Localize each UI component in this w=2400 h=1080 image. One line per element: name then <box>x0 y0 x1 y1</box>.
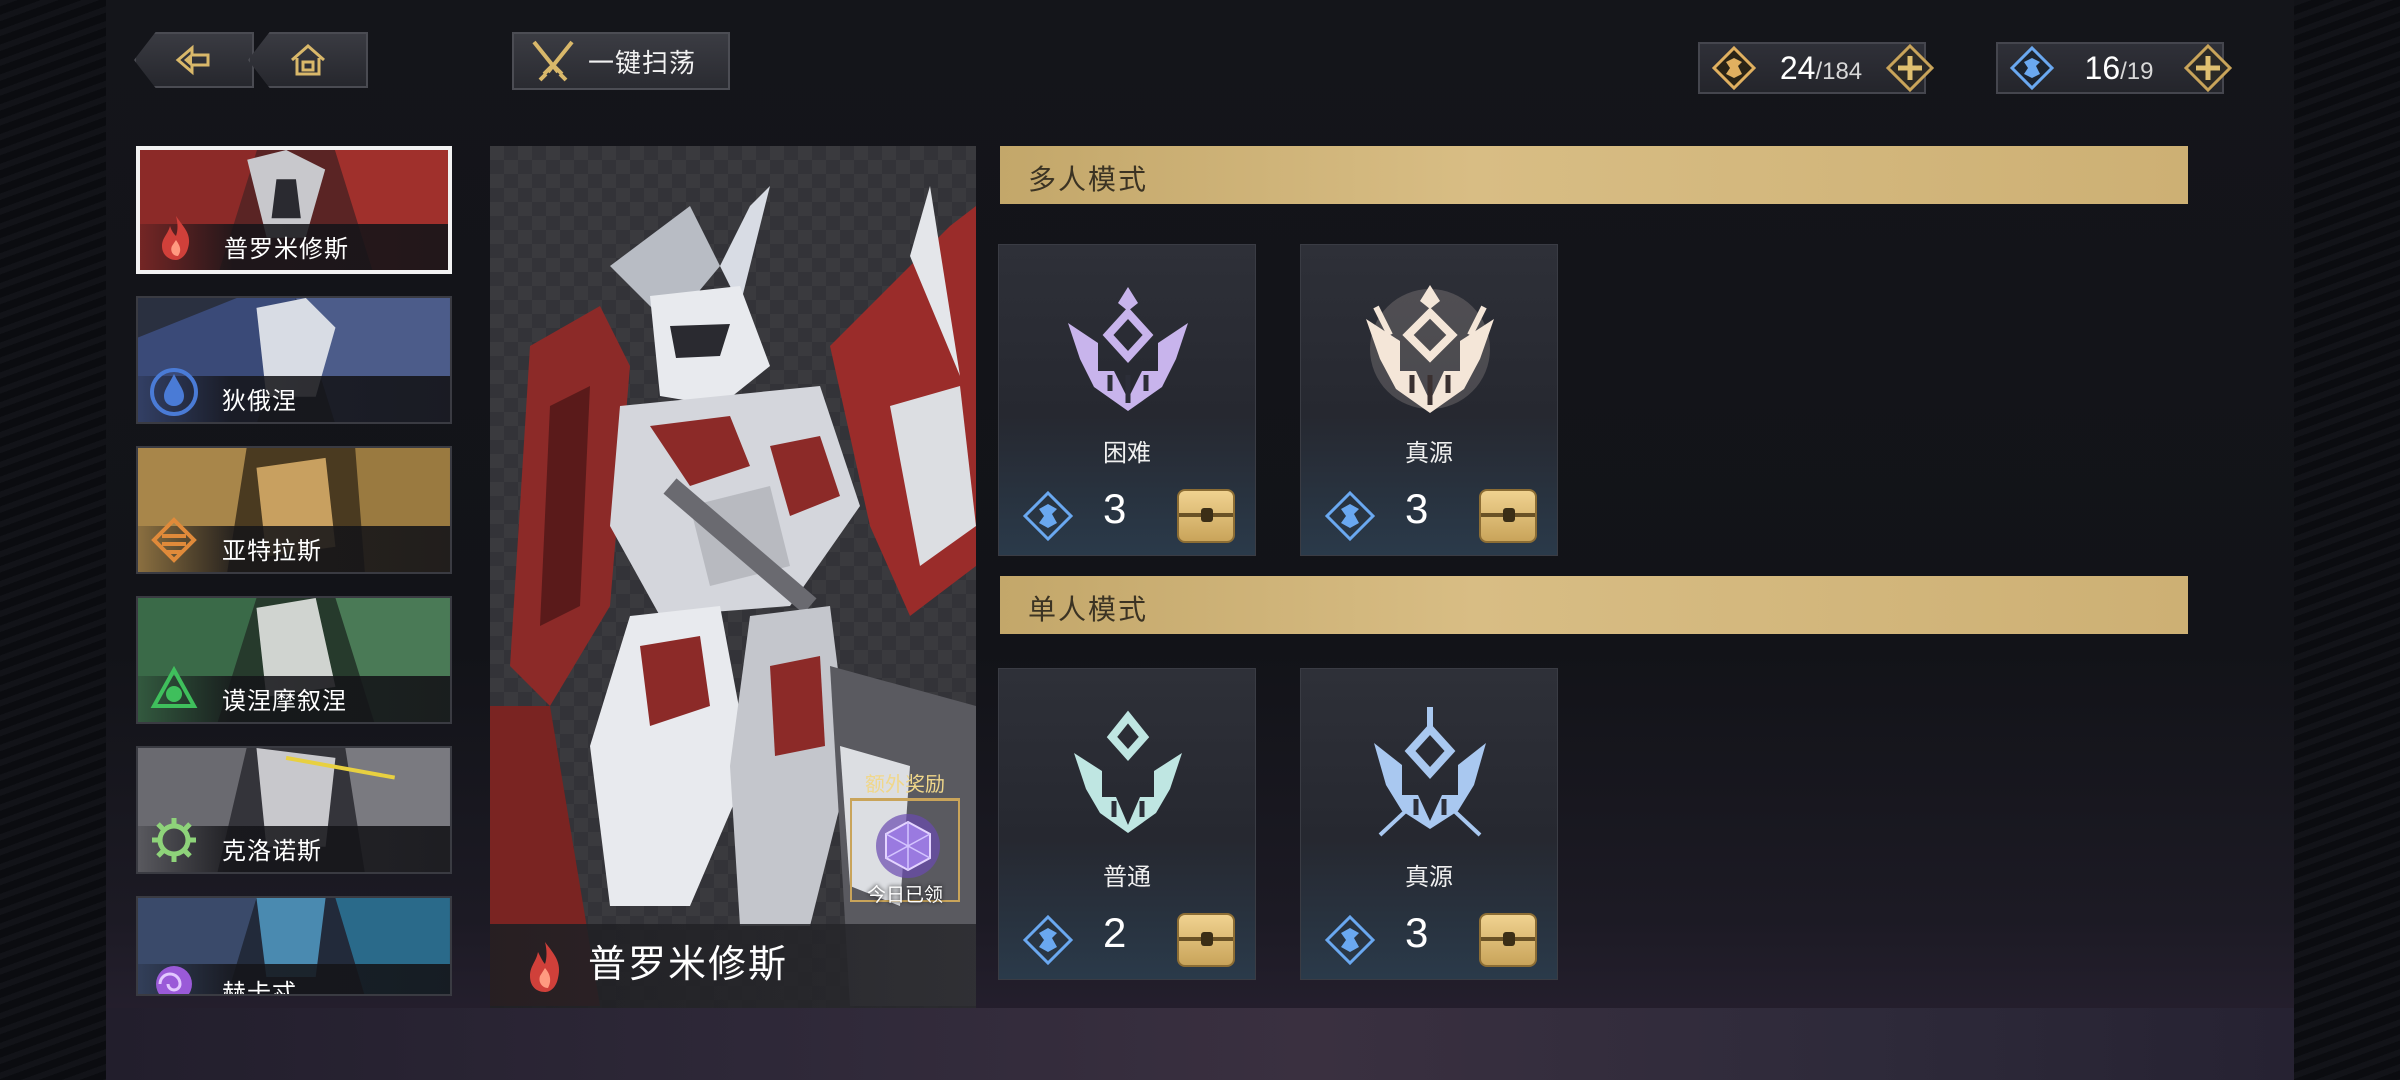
resource-gold-value: 24/184 <box>1758 50 1884 87</box>
chest-lock <box>1503 508 1515 522</box>
blue-ticket-icon <box>1324 490 1376 542</box>
mode-card-single-origin[interactable]: 真源 3 <box>1300 668 1558 980</box>
crossed-swords-icon <box>532 40 574 82</box>
character-card-mnemosyne[interactable]: 谟涅摩叙涅 <box>136 596 452 724</box>
chest-lock <box>1201 508 1213 522</box>
resource-gold-current: 24 <box>1779 49 1816 86</box>
bottom-strip <box>106 1008 2294 1080</box>
character-card-cronus[interactable]: 克洛诺斯 <box>136 746 452 874</box>
resource-blue-max: /19 <box>2120 57 2154 85</box>
bonus-title: 额外奖励 <box>865 774 945 796</box>
blue-ticket-icon <box>1324 914 1376 966</box>
mode-name: 真源 <box>1405 864 1453 891</box>
attempt-count: 3 <box>1405 485 1429 532</box>
sweep-label: 一键扫荡 <box>588 47 697 78</box>
section-header-single: 单人模式 <box>1000 576 2188 634</box>
back-arrow-icon <box>175 44 210 76</box>
add-blue-button[interactable] <box>2182 42 2234 94</box>
blue-ticket-icon <box>1022 914 1074 966</box>
resource-gold-max: /184 <box>1815 57 1863 85</box>
chest-icon[interactable] <box>1177 913 1235 967</box>
character-name: 克洛诺斯 <box>222 838 322 865</box>
mode-card-single-normal[interactable]: 普通 2 <box>998 668 1256 980</box>
bonus-status: 今日已领 <box>866 885 943 906</box>
back-button[interactable] <box>134 32 254 88</box>
resource-blue: 16/19 <box>1996 42 2233 94</box>
character-portrait: 额外奖励 今日已领 普罗米修斯 <box>490 146 976 1008</box>
portrait-name: 普罗米修斯 <box>588 944 789 986</box>
resource-blue-value: 16/19 <box>2056 50 2182 87</box>
origin-emblem-icon <box>1366 285 1494 413</box>
character-name: 普罗米修斯 <box>224 236 349 263</box>
gear-icon <box>152 818 196 862</box>
character-name: 谟涅摩叙涅 <box>222 688 347 715</box>
sweep-button[interactable]: 一键扫荡 <box>512 32 730 90</box>
chest-icon[interactable] <box>1479 489 1537 543</box>
character-name: 亚特拉斯 <box>222 538 322 565</box>
spiral-icon <box>156 966 192 994</box>
character-card-dione[interactable]: 狄俄涅 <box>136 296 452 424</box>
mode-name: 困难 <box>1103 440 1151 467</box>
section-header-multiplayer: 多人模式 <box>1000 146 2188 204</box>
attempt-count: 3 <box>1103 485 1127 532</box>
background-left <box>0 0 106 1080</box>
attempt-count: 2 <box>1103 909 1127 956</box>
mode-card-multi-origin[interactable]: 真源 3 <box>1300 244 1558 556</box>
character-card-prometheus[interactable]: 普罗米修斯 <box>136 146 452 274</box>
resource-blue-current: 16 <box>2084 49 2121 86</box>
background-right <box>2294 0 2400 1080</box>
water-icon <box>150 368 198 416</box>
mode-card-multi-hard[interactable]: 困难 3 <box>998 244 1256 556</box>
bonus-reward[interactable]: 额外奖励 今日已领 <box>840 768 970 908</box>
hard-emblem-icon <box>1068 287 1188 411</box>
home-icon <box>291 44 325 76</box>
section-title: 多人模式 <box>1028 164 1149 195</box>
gold-ticket-icon <box>1711 45 1757 91</box>
chest-icon[interactable] <box>1479 913 1537 967</box>
character-name: 狄俄涅 <box>222 388 297 415</box>
resource-gold: 24/184 <box>1698 42 1935 94</box>
section-title: 单人模式 <box>1028 594 1149 625</box>
reward-cube-icon <box>876 814 940 878</box>
fire-icon <box>162 216 190 260</box>
earth-icon <box>151 517 197 563</box>
blue-ticket-icon <box>2009 45 2055 91</box>
chest-lock <box>1201 932 1213 946</box>
mode-name: 真源 <box>1405 440 1453 467</box>
character-card-hecate[interactable]: 赫卡忒 <box>136 896 452 996</box>
origin-emblem-icon <box>1374 707 1486 837</box>
chest-lock <box>1503 932 1515 946</box>
character-card-atlas[interactable]: 亚特拉斯 <box>136 446 452 574</box>
wind-icon <box>150 665 198 708</box>
fire-icon <box>530 942 560 992</box>
add-gold-button[interactable] <box>1884 42 1936 94</box>
blue-ticket-icon <box>1022 490 1074 542</box>
chest-icon[interactable] <box>1177 489 1235 543</box>
attempt-count: 3 <box>1405 909 1429 956</box>
normal-emblem-icon <box>1074 710 1182 833</box>
mode-name: 普通 <box>1103 864 1151 891</box>
home-button[interactable] <box>248 32 368 88</box>
character-name: 赫卡忒 <box>222 980 297 996</box>
